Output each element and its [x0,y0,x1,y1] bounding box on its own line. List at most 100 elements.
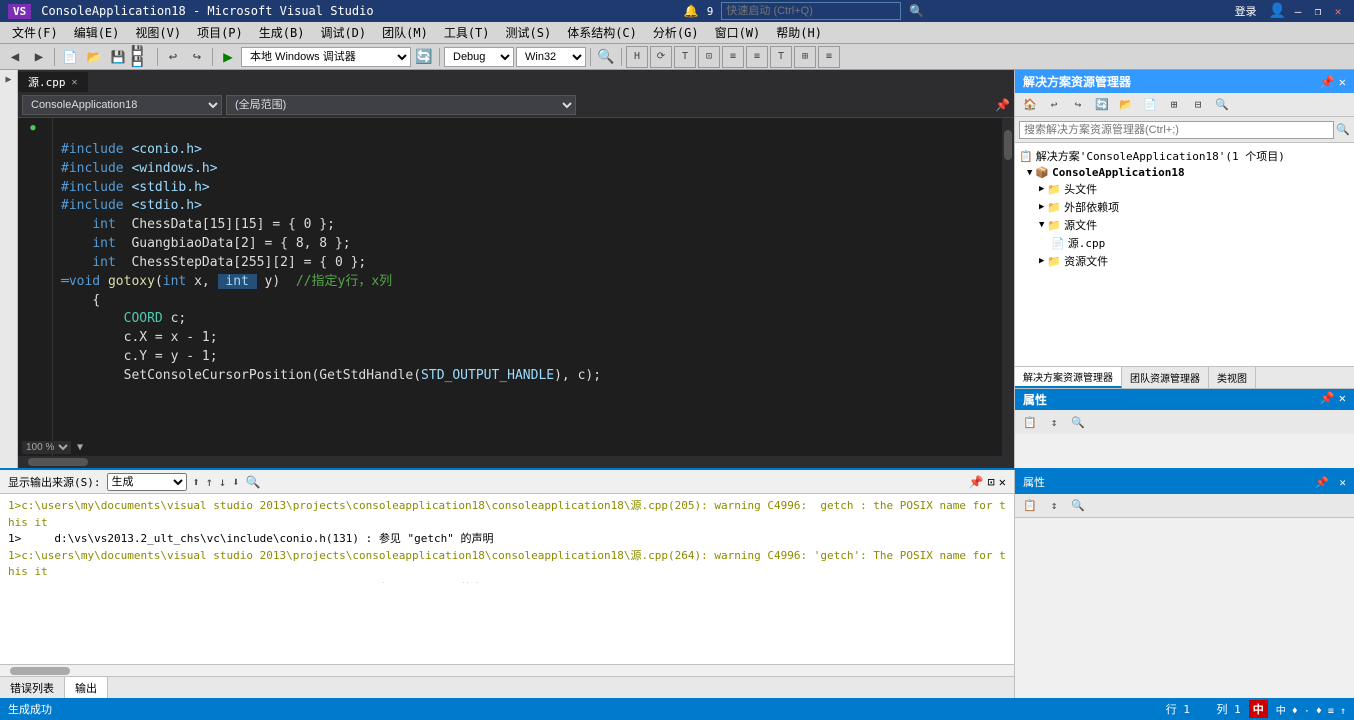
se-close-btn[interactable]: ✕ [1339,75,1346,89]
headers-node[interactable]: ▶ 📁 头文件 [1015,180,1354,198]
minimize-btn[interactable]: — [1290,3,1306,19]
editor-vscrollbar[interactable] [1002,118,1014,456]
prop2-btn-3[interactable]: 🔍 [1067,495,1089,517]
login-text[interactable]: 登录 [1235,3,1257,19]
toolbar-btn-c[interactable]: T [674,46,696,68]
project-node[interactable]: ▼ 📦 ConsoleApplication18 [1015,165,1354,180]
menu-edit[interactable]: 编辑(E) [66,22,128,43]
tab-close-btn[interactable]: ✕ [72,77,78,88]
toolbar-fwd-btn[interactable]: ▶ [28,46,50,68]
code-editor[interactable]: ● #include <conio.h> #include <windows.h… [18,118,1014,468]
menu-analyze[interactable]: 分析(G) [645,22,707,43]
toolbar-btn-h[interactable]: ⊞ [794,46,816,68]
scope-dropdown[interactable]: (全局范围) [226,95,576,115]
prop-close-btn[interactable]: ✕ [1339,391,1346,408]
toolbar-btn-a[interactable]: H [626,46,648,68]
prop2-btn-2[interactable]: ↕ [1043,495,1065,517]
out-tab-output[interactable]: 输出 [65,677,108,698]
sourcefiles-node[interactable]: ▼ 📁 源文件 [1015,216,1354,234]
se-btn-4[interactable]: 🔄 [1091,94,1113,116]
extdeps-node[interactable]: ▶ 📁 外部依赖项 [1015,198,1354,216]
toolbar-run-btn[interactable]: ▶ [217,46,239,68]
platform-dropdown[interactable]: Win32 [516,47,586,67]
output-source-select[interactable]: 生成 [107,473,187,491]
toolbar-btn-d[interactable]: ⊡ [698,46,720,68]
se-search-input[interactable] [1019,121,1334,139]
attr-close-btn[interactable]: ✕ [1339,476,1346,489]
restore-btn[interactable]: ❐ [1310,3,1326,19]
se-tab-solution[interactable]: 解决方案资源管理器 [1015,367,1122,388]
menu-project[interactable]: 项目(P) [189,22,251,43]
quick-search-input[interactable] [721,2,901,20]
source-cpp-tab[interactable]: 源.cpp ✕ [18,72,89,92]
menu-help[interactable]: 帮助(H) [768,22,830,43]
se-btn-6[interactable]: 📄 [1139,94,1161,116]
toolbar-search-btn[interactable]: 🔍 [595,46,617,68]
se-btn-3[interactable]: ↪ [1067,94,1089,116]
notification-icon[interactable]: 🔔 [684,4,699,18]
menu-team[interactable]: 团队(M) [374,22,436,43]
solution-root[interactable]: 📋 解决方案'ConsoleApplication18'(1 个项目) [1015,147,1354,165]
se-pin-btn[interactable]: 📌 [1320,75,1335,89]
menu-arch[interactable]: 体系结构(C) [559,22,645,43]
prop2-btn-1[interactable]: 📋 [1019,495,1041,517]
person-icon[interactable]: 👤 [1269,3,1286,19]
output-btn-1[interactable]: ⬆ [193,475,200,489]
output-btn-5[interactable]: 🔍 [245,475,260,489]
se-btn-1[interactable]: 🏠 [1019,94,1041,116]
se-btn-2[interactable]: ↩ [1043,94,1065,116]
output-close-btn[interactable]: ✕ [999,475,1006,489]
se-tab-team[interactable]: 团队资源管理器 [1122,367,1209,388]
se-btn-8[interactable]: ⊟ [1187,94,1209,116]
output-btn-3[interactable]: ↓ [219,475,226,489]
menu-test[interactable]: 测试(S) [498,22,560,43]
menu-view[interactable]: 视图(V) [127,22,189,43]
out-tab-errors[interactable]: 错误列表 [0,677,65,698]
toolbar-btn-f[interactable]: ≡ [746,46,768,68]
output-pin-btn[interactable]: 📌 [969,475,984,489]
toolbar-saveall-btn[interactable]: 💾💾 [131,46,153,68]
code-content[interactable]: #include <conio.h> #include <windows.h> … [53,118,1002,456]
toolbar-save-btn[interactable]: 💾 [107,46,129,68]
menu-window[interactable]: 窗口(W) [707,22,769,43]
se-btn-9[interactable]: 🔍 [1211,94,1233,116]
resfiles-node[interactable]: ▶ 📁 资源文件 [1015,252,1354,270]
pin-icon[interactable]: 📌 [995,98,1010,112]
attr-pin-btn[interactable]: 📌 [1315,476,1329,489]
prop-pin-btn[interactable]: 📌 [1320,391,1335,408]
menu-build[interactable]: 生成(B) [251,22,313,43]
menu-tools[interactable]: 工具(T) [436,22,498,43]
toolbar-undo-btn[interactable]: ↩ [162,46,184,68]
zoom-select[interactable]: 100 % [22,441,71,454]
debug-config-dropdown[interactable]: Debug [444,47,514,67]
toolbar-btn-b[interactable]: ⟳ [650,46,672,68]
output-btn-2[interactable]: ↑ [206,475,213,489]
output-maxrestore-btn[interactable]: ⊡ [988,475,995,489]
se-btn-5[interactable]: 📂 [1115,94,1137,116]
editor-hscrollbar[interactable] [18,456,1014,468]
sourcecpp-node[interactable]: 📄 源.cpp [1015,234,1354,252]
class-dropdown[interactable]: ConsoleApplication18 [22,95,222,115]
toolbar-new-btn[interactable]: 📄 [59,46,81,68]
hscroll-thumb[interactable] [28,458,88,466]
toolbar-open-btn[interactable]: 📂 [83,46,105,68]
toolbar-btn-g[interactable]: T [770,46,792,68]
toolbar-btn-i[interactable]: ≡ [818,46,840,68]
menu-file[interactable]: 文件(F) [4,22,66,43]
vscroll-thumb[interactable] [1004,130,1012,160]
output-btn-4[interactable]: ⬇ [232,475,239,489]
toolbar-redo-btn[interactable]: ↪ [186,46,208,68]
sidebar-icon-1[interactable]: ◀ [3,74,14,85]
prop-btn-3[interactable]: 🔍 [1067,411,1089,433]
se-tab-class[interactable]: 类视图 [1209,367,1256,388]
close-btn[interactable]: ✕ [1330,3,1346,19]
toolbar-refresh-btn[interactable]: 🔄 [413,46,435,68]
output-hscroll-thumb[interactable] [10,667,70,675]
run-config-dropdown[interactable]: 本地 Windows 调试器 [241,47,411,67]
prop-btn-2[interactable]: ↕ [1043,411,1065,433]
toolbar-back-btn[interactable]: ◀ [4,46,26,68]
prop-btn-1[interactable]: 📋 [1019,411,1041,433]
se-btn-7[interactable]: ⊞ [1163,94,1185,116]
toolbar-btn-e[interactable]: ≡ [722,46,744,68]
menu-debug[interactable]: 调试(D) [312,22,374,43]
